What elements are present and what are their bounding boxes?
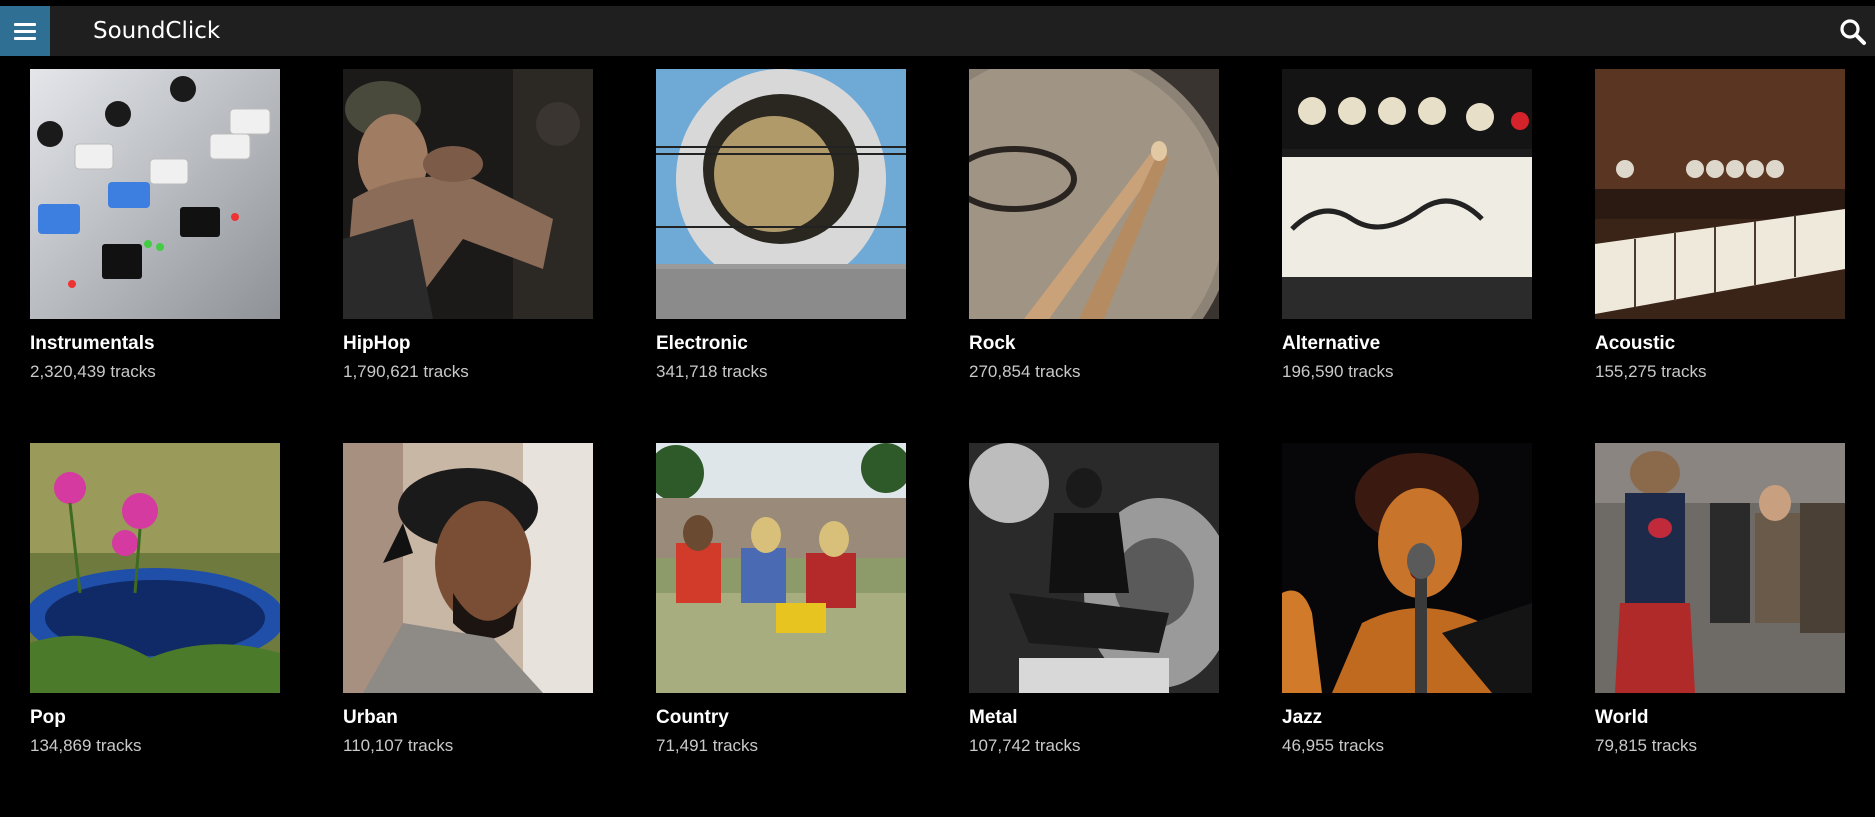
genre-image-acoustic[interactable] — [1595, 69, 1845, 319]
genre-tile-metal[interactable]: Metal 107,742 tracks — [969, 443, 1219, 817]
genre-grid: Instrumentals 2,320,439 tracks HipHop 1,… — [30, 69, 1845, 817]
hamburger-icon — [14, 22, 36, 40]
genre-tile-rock[interactable]: Rock 270,854 tracks — [969, 69, 1219, 443]
genre-name[interactable]: HipHop — [343, 333, 411, 355]
site-title[interactable]: SoundClick — [93, 6, 220, 56]
genre-track-count: 71,491 tracks — [656, 736, 759, 755]
genre-image-world[interactable] — [1595, 443, 1845, 693]
genre-tile-instrumentals[interactable]: Instrumentals 2,320,439 tracks — [30, 69, 280, 443]
genre-image-alternative[interactable] — [1282, 69, 1532, 319]
genre-name[interactable]: Rock — [969, 333, 1015, 355]
genre-tile-urban[interactable]: Urban 110,107 tracks — [343, 443, 593, 817]
genre-track-count: 110,107 tracks — [343, 736, 454, 755]
genre-track-count: 341,718 tracks — [656, 362, 768, 381]
genre-name[interactable]: Metal — [969, 707, 1018, 729]
search-button[interactable] — [1839, 18, 1867, 46]
genre-image-pop[interactable] — [30, 443, 280, 693]
top-navigation-bar: SoundClick — [0, 6, 1875, 56]
genre-track-count: 46,955 tracks — [1282, 736, 1385, 755]
genre-track-count: 196,590 tracks — [1282, 362, 1394, 381]
genre-track-count: 134,869 tracks — [30, 736, 142, 755]
genre-image-jazz[interactable] — [1282, 443, 1532, 693]
search-icon — [1840, 19, 1866, 45]
genre-name[interactable]: Electronic — [656, 333, 748, 355]
genre-name[interactable]: Jazz — [1282, 707, 1322, 729]
genre-image-country[interactable] — [656, 443, 906, 693]
genre-track-count: 1,790,621 tracks — [343, 362, 469, 381]
genre-tile-acoustic[interactable]: Acoustic 155,275 tracks — [1595, 69, 1845, 443]
genre-name[interactable]: Instrumentals — [30, 333, 155, 355]
genre-track-count: 155,275 tracks — [1595, 362, 1707, 381]
genre-tile-alternative[interactable]: Alternative 196,590 tracks — [1282, 69, 1532, 443]
genre-image-metal[interactable] — [969, 443, 1219, 693]
genre-name[interactable]: Acoustic — [1595, 333, 1675, 355]
genre-tile-hiphop[interactable]: HipHop 1,790,621 tracks — [343, 69, 593, 443]
genre-image-rock[interactable] — [969, 69, 1219, 319]
genre-track-count: 107,742 tracks — [969, 736, 1081, 755]
genre-name[interactable]: Pop — [30, 707, 66, 729]
genre-tile-jazz[interactable]: Jazz 46,955 tracks — [1282, 443, 1532, 817]
genre-tile-world[interactable]: World 79,815 tracks — [1595, 443, 1845, 817]
menu-button[interactable] — [0, 6, 50, 56]
genre-tile-pop[interactable]: Pop 134,869 tracks — [30, 443, 280, 817]
genre-image-urban[interactable] — [343, 443, 593, 693]
genre-name[interactable]: World — [1595, 707, 1648, 729]
genre-track-count: 2,320,439 tracks — [30, 362, 156, 381]
genre-name[interactable]: Country — [656, 707, 729, 729]
genre-tile-country[interactable]: Country 71,491 tracks — [656, 443, 906, 817]
genre-image-electronic[interactable] — [656, 69, 906, 319]
genre-track-count: 270,854 tracks — [969, 362, 1081, 381]
genre-track-count: 79,815 tracks — [1595, 736, 1698, 755]
genre-image-hiphop[interactable] — [343, 69, 593, 319]
genre-name[interactable]: Urban — [343, 707, 398, 729]
genre-name[interactable]: Alternative — [1282, 333, 1380, 355]
genre-tile-electronic[interactable]: Electronic 341,718 tracks — [656, 69, 906, 443]
genre-image-instrumentals[interactable] — [30, 69, 280, 319]
